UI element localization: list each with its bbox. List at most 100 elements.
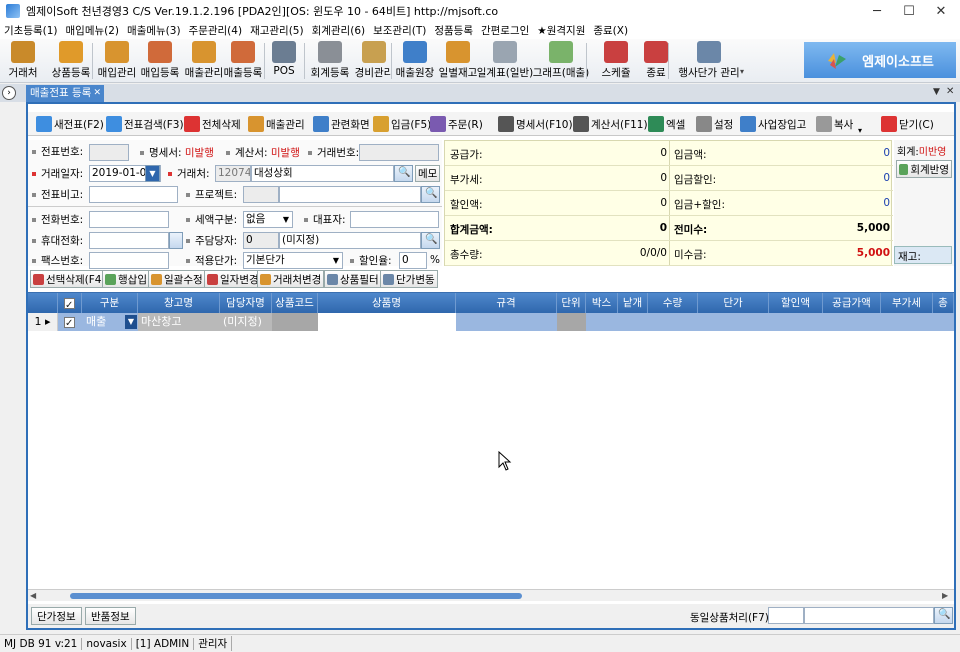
menu-item[interactable]: 보조관리(T)	[373, 23, 426, 38]
memo-button[interactable]: 메모	[415, 165, 441, 182]
slip-note-field[interactable]	[89, 186, 178, 203]
menu-item[interactable]: 주문관리(4)	[189, 23, 243, 38]
menu-item[interactable]: 종료(X)	[593, 23, 628, 38]
slip-no-field[interactable]	[89, 144, 129, 161]
doc-toolbar-button[interactable]: 입금(F5)	[373, 115, 431, 133]
row-product-code-cell[interactable]	[272, 313, 318, 331]
grid-action-button[interactable]: 거래처변경	[257, 270, 325, 288]
row-product-name-cell[interactable]	[318, 313, 456, 331]
doc-toolbar-button[interactable]: 닫기(C)	[881, 115, 934, 133]
menu-item[interactable]: 회계관리(6)	[312, 23, 366, 38]
row-warehouse-cell[interactable]: 마산창고	[138, 313, 220, 331]
toolbar-button[interactable]: 거래처	[3, 41, 43, 81]
toolbar-button[interactable]: POS	[267, 41, 301, 81]
tab-scroll-icon[interactable]: ›	[2, 86, 16, 100]
maximize-button[interactable]: ☐	[894, 0, 924, 22]
project-search-button[interactable]: 🔍	[421, 186, 440, 203]
scroll-right-icon[interactable]: ▶	[942, 591, 948, 600]
toolbar-button[interactable]: 스케쥴	[596, 41, 636, 81]
return-info-button[interactable]: 반품정보	[85, 607, 136, 625]
menu-item[interactable]: 매입메뉴(2)	[66, 23, 120, 38]
column-header[interactable]: 담당자명	[220, 293, 272, 313]
owner-name-field[interactable]: (미지정)	[279, 232, 421, 249]
project-code-field[interactable]	[243, 186, 279, 203]
column-header[interactable]: 총	[933, 293, 954, 313]
column-header[interactable]: 구분	[82, 293, 138, 313]
menu-item[interactable]: 기초등록(1)	[4, 23, 58, 38]
doc-toolbar-button[interactable]: 관련화면	[313, 115, 370, 133]
trade-no-field[interactable]	[359, 144, 439, 161]
rep-field[interactable]	[350, 211, 439, 228]
toolbar-button[interactable]: 매출관리	[183, 41, 225, 81]
doc-toolbar-button[interactable]: 설정	[696, 115, 733, 133]
grid-action-button[interactable]: 단가변동	[380, 270, 438, 288]
toolbar-button[interactable]: 매출원장	[394, 41, 436, 81]
toolbar-button[interactable]: 회계등록	[307, 41, 353, 81]
mobile-field[interactable]	[89, 232, 169, 249]
client-search-button[interactable]: 🔍	[394, 165, 413, 182]
tab-sales-slip[interactable]: 매출전표 등록 ✕	[26, 85, 104, 102]
column-header[interactable]: 부가세	[881, 293, 933, 313]
toolbar-button[interactable]: 경비관리	[354, 41, 394, 81]
tab-dropdown-icon[interactable]: ▼	[933, 87, 940, 97]
mobile-sms-button[interactable]	[169, 232, 183, 249]
unit-price-info-button[interactable]: 단가정보	[31, 607, 82, 625]
toolbar-button[interactable]: 일계표(일반)	[477, 41, 533, 81]
column-header[interactable]: 상품코드	[272, 293, 318, 313]
column-header[interactable]: 할인액	[769, 293, 823, 313]
menu-item[interactable]: 매출메뉴(3)	[127, 23, 181, 38]
doc-toolbar-button[interactable]: 사업장입고	[740, 115, 806, 133]
column-header[interactable]: 창고명	[138, 293, 220, 313]
grid-action-button[interactable]: 일괄수정	[148, 270, 206, 288]
column-header[interactable]: 단위	[557, 293, 586, 313]
doc-toolbar-button[interactable]: 복사	[816, 115, 853, 133]
doc-toolbar-button[interactable]: 엑셀	[648, 115, 685, 133]
header-checkbox[interactable]	[58, 293, 82, 313]
acct-apply-button[interactable]: 회계반영	[896, 160, 952, 178]
table-row[interactable]: 1 ▸ 매출 ▼ 마산창고 (미지정)	[28, 313, 954, 331]
toolbar-button[interactable]: 매입등록	[139, 41, 181, 81]
same-product-search-button[interactable]: 🔍	[934, 607, 953, 624]
row-checkbox[interactable]	[64, 313, 78, 331]
tax-type-select[interactable]: 없음 ▼	[243, 211, 293, 228]
column-header[interactable]: 규격	[456, 293, 557, 313]
fax-field[interactable]	[89, 252, 169, 269]
toolbar-overflow-icon[interactable]: ▾	[740, 67, 744, 76]
doc-toolbar-button[interactable]: 전표검색(F3)	[106, 115, 184, 133]
column-header[interactable]: 박스	[586, 293, 618, 313]
row-unit-cell[interactable]	[557, 313, 586, 331]
doc-toolbar-button[interactable]: 매출관리	[248, 115, 305, 133]
doc-toolbar-button[interactable]: 주문(R)	[430, 115, 483, 133]
tab-close-icon[interactable]: ✕	[93, 85, 101, 102]
toolbar-button[interactable]: 일별재고	[437, 41, 479, 81]
same-product-code-field[interactable]	[768, 607, 804, 624]
scrollbar-thumb[interactable]	[70, 593, 522, 599]
client-code-field[interactable]: 120741	[215, 165, 251, 182]
menu-item[interactable]: 정품등록	[434, 23, 473, 38]
doc-toolbar-button[interactable]: 명세서(F10)	[498, 115, 573, 133]
toolbar-button[interactable]: 상품등록	[49, 41, 93, 81]
price-select[interactable]: 기본단가 ▼	[243, 252, 343, 269]
column-header[interactable]: 낱개	[618, 293, 648, 313]
horizontal-scrollbar[interactable]: ◀ ▶	[28, 589, 954, 601]
menu-item[interactable]: 간편로그인	[481, 23, 529, 38]
owner-search-button[interactable]: 🔍	[421, 232, 440, 249]
doc-toolbar-button[interactable]: 계산서(F11)	[573, 115, 648, 133]
column-header[interactable]: 수량	[648, 293, 698, 313]
grid-action-button[interactable]: 상품필터	[324, 270, 382, 288]
project-field[interactable]	[279, 186, 421, 203]
tab-close-all-icon[interactable]: ✕	[946, 86, 954, 97]
scroll-left-icon[interactable]: ◀	[30, 591, 36, 600]
client-name-field[interactable]: 대성상회	[251, 165, 394, 182]
row-type-dropdown-icon[interactable]: ▼	[125, 315, 137, 329]
grid-action-button[interactable]: 일자변경	[204, 270, 262, 288]
grid-action-button[interactable]: 선택삭제(F4)	[30, 270, 109, 288]
column-header[interactable]: 단가	[698, 293, 769, 313]
column-header[interactable]: 상품명	[318, 293, 456, 313]
toolbar-button[interactable]: 매출등록	[222, 41, 264, 81]
toolbar-button[interactable]: 매입관리	[95, 41, 139, 81]
doc-toolbar-button[interactable]: 새전표(F2)	[36, 115, 104, 133]
owner-code-field[interactable]: 0	[243, 232, 279, 249]
minimize-button[interactable]: ─	[862, 0, 892, 22]
toolbar-button[interactable]: 행사단가 관리	[676, 41, 742, 81]
